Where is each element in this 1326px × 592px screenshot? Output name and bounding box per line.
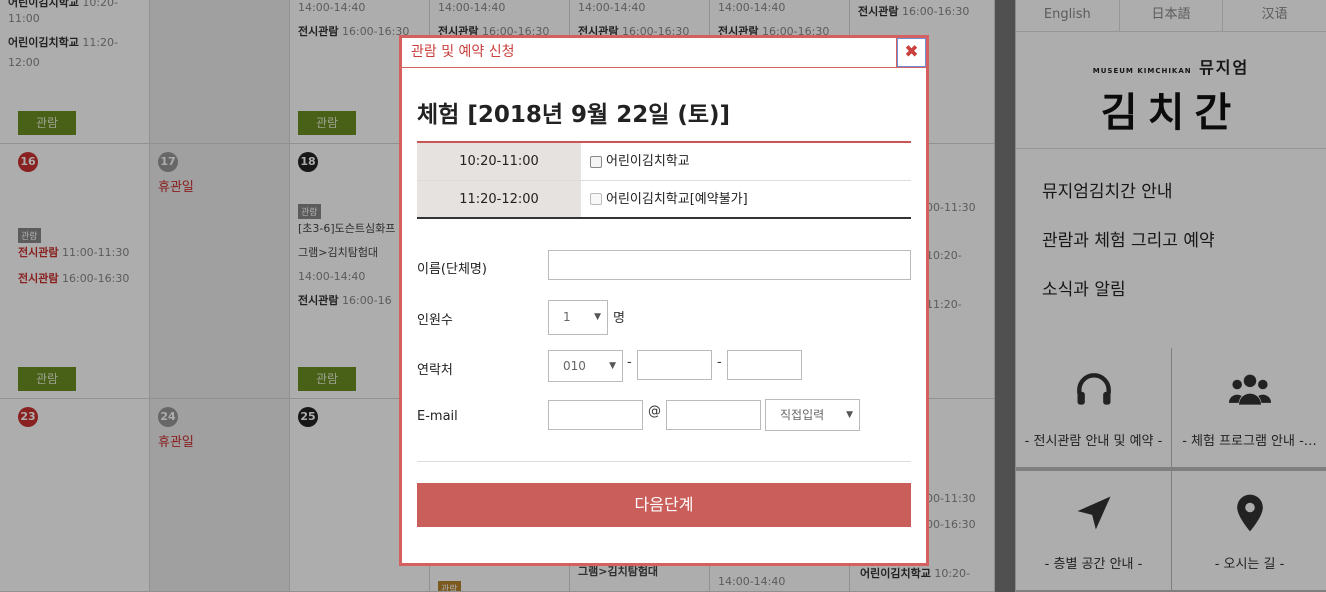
people-count-select[interactable]: 1 ▼ xyxy=(548,300,608,335)
people-unit: 명 xyxy=(613,311,625,326)
next-step-button[interactable]: 다음단계 xyxy=(417,483,911,527)
time-slot-row: 10:20-11:00 어린이김치학교 xyxy=(417,143,911,180)
modal-title: 관람 및 예약 신청 xyxy=(411,44,515,60)
slot-time: 10:20-11:00 xyxy=(417,143,581,180)
slot-checkbox[interactable] xyxy=(590,155,602,168)
time-slot-row: 11:20-12:00 어린이김치학교[예약불가] xyxy=(417,180,911,217)
phone-prefix-select[interactable]: 010 ▼ xyxy=(548,350,623,382)
phone-last-input[interactable] xyxy=(727,350,802,380)
chevron-down-icon: ▼ xyxy=(609,361,616,371)
modal-header: 관람 및 예약 신청 ✖ xyxy=(402,38,926,68)
phone-label: 연락처 xyxy=(417,363,453,378)
chevron-down-icon: ▼ xyxy=(846,410,853,420)
form-divider xyxy=(417,461,911,462)
email-label: E-mail xyxy=(417,409,458,424)
time-slot-table: 10:20-11:00 어린이김치학교 11:20-12:00 어린이김치학교[… xyxy=(417,141,911,219)
email-domain-input[interactable] xyxy=(666,400,761,430)
slot-time: 11:20-12:00 xyxy=(417,181,581,217)
experience-heading: 체험 [2018년 9월 22일 (토)] xyxy=(417,102,731,128)
slot-option-label: 어린이김치학교 xyxy=(606,154,690,169)
phone-middle-input[interactable] xyxy=(637,350,712,380)
close-button[interactable]: ✖ xyxy=(896,38,926,68)
email-domain-select[interactable]: 직접입력 ▼ xyxy=(765,399,860,431)
name-input[interactable] xyxy=(548,250,911,280)
people-count-label: 인원수 xyxy=(417,313,453,328)
name-label: 이름(단체명) xyxy=(417,262,487,277)
reservation-modal: 관람 및 예약 신청 ✖ 체험 [2018년 9월 22일 (토)] 10:20… xyxy=(399,35,929,566)
email-id-input[interactable] xyxy=(548,400,643,430)
slot-checkbox-disabled xyxy=(590,193,602,205)
slot-option-label: 어린이김치학교[예약불가] xyxy=(606,191,748,207)
reservation-form: 이름(단체명) 인원수 1 ▼ 명 연락처 010 ▼ - - E-mail @… xyxy=(417,250,911,450)
chevron-down-icon: ▼ xyxy=(594,312,601,322)
close-icon: ✖ xyxy=(904,42,919,62)
